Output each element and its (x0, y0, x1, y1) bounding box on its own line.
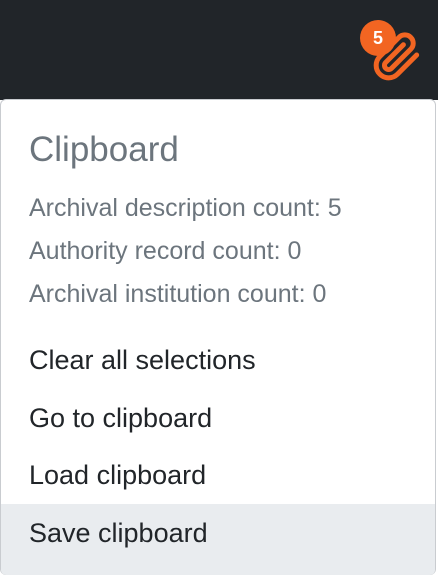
clipboard-count-badge: 5 (360, 20, 396, 56)
top-navbar: 5 (0, 0, 438, 100)
save-clipboard-item[interactable]: Save clipboard (1, 504, 435, 575)
authority-record-count: Authority record count: 0 (29, 237, 302, 265)
menu-title: Clipboard (29, 130, 179, 169)
clipboard-button[interactable]: 5 (360, 20, 426, 86)
archival-institution-count: Archival institution count: 0 (29, 280, 327, 308)
go-to-clipboard-item[interactable]: Go to clipboard (1, 390, 435, 447)
clear-all-selections-item[interactable]: Clear all selections (1, 332, 435, 389)
clipboard-dropdown-menu: Clipboard Archival description count: 5 … (0, 99, 436, 575)
load-clipboard-item[interactable]: Load clipboard (1, 447, 435, 504)
archival-description-count: Archival description count: 5 (29, 194, 342, 222)
